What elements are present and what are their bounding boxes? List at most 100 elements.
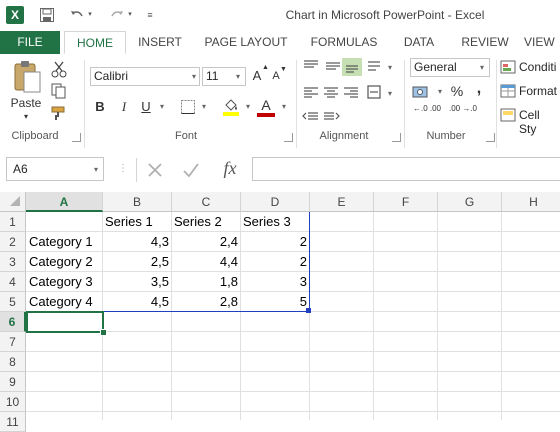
column-header-b[interactable]: B	[103, 192, 172, 212]
row-header-6[interactable]: 6	[0, 312, 26, 332]
fill-color-dropdown-icon[interactable]: ▾	[240, 97, 256, 116]
enter-entry-icon[interactable]	[182, 161, 200, 179]
conditional-formatting-button[interactable]: Conditi	[519, 60, 556, 74]
fill-handle[interactable]	[100, 329, 107, 336]
row-header-2[interactable]: 2	[0, 232, 26, 252]
gridline	[26, 411, 560, 412]
row-header-10[interactable]: 10	[0, 392, 26, 412]
font-name-box[interactable]: Calibri	[90, 67, 200, 86]
font-size-dropdown-icon[interactable]: ▾	[230, 67, 246, 86]
cell-styles-icon[interactable]	[500, 108, 516, 122]
tab-formulas[interactable]: FORMULAS	[304, 31, 384, 54]
grow-font-arrow-icon: ▲	[262, 64, 269, 71]
row-header-7[interactable]: 7	[0, 332, 26, 352]
format-painter-icon[interactable]	[50, 104, 68, 122]
borders-dropdown-icon[interactable]: ▾	[196, 97, 212, 116]
paste-icon[interactable]	[12, 60, 42, 94]
formula-input[interactable]	[252, 157, 560, 181]
cell-a2[interactable]: Category 1	[29, 232, 101, 252]
tab-page-layout[interactable]: PAGE LAYOUT	[194, 31, 298, 54]
merge-dropdown-icon[interactable]: ▾	[382, 84, 398, 103]
conditional-formatting-icon[interactable]	[500, 60, 516, 74]
increase-decimal-button[interactable]: ←.0 .00	[410, 104, 444, 113]
row-header-9[interactable]: 9	[0, 372, 26, 392]
font-color-button[interactable]: A	[258, 97, 274, 113]
cell-c1[interactable]: Series 2	[174, 212, 238, 232]
orientation-dropdown-icon[interactable]: ▾	[382, 58, 398, 77]
cell-d2[interactable]: 2	[241, 232, 307, 252]
cell-c3[interactable]: 4,4	[172, 252, 238, 272]
currency-icon[interactable]	[412, 84, 434, 100]
shrink-font-arrow-icon: ▼	[280, 66, 287, 73]
column-header-c[interactable]: C	[172, 192, 241, 212]
cell-a4[interactable]: Category 3	[29, 272, 101, 292]
tab-data[interactable]: DATA	[394, 31, 444, 54]
row-header-11[interactable]: 11	[0, 412, 26, 432]
clipboard-dialog-launcher-icon[interactable]	[72, 133, 81, 142]
row-header-4[interactable]: 4	[0, 272, 26, 292]
italic-button[interactable]: I	[116, 99, 132, 115]
format-as-table-icon[interactable]	[500, 84, 516, 98]
font-color-dropdown-icon[interactable]: ▾	[276, 97, 292, 116]
underline-button[interactable]: U	[138, 99, 154, 114]
tab-home[interactable]: HOME	[64, 31, 126, 54]
format-as-table-button[interactable]: Format	[519, 84, 557, 98]
cell-styles-button[interactable]: Cell Sty	[519, 108, 560, 136]
column-header-d[interactable]: D	[241, 192, 310, 212]
row-header-5[interactable]: 5	[0, 292, 26, 312]
comma-style-button[interactable]: ,	[472, 80, 486, 98]
cell-b1[interactable]: Series 1	[105, 212, 169, 232]
number-format-dropdown-icon[interactable]: ▾	[474, 58, 490, 77]
tab-file[interactable]: FILE	[0, 31, 60, 54]
fill-color-icon[interactable]	[222, 97, 240, 117]
group-divider	[496, 60, 497, 148]
currency-dropdown-icon[interactable]: ▾	[432, 82, 448, 101]
cell-a3[interactable]: Category 2	[29, 252, 101, 272]
column-header-f[interactable]: F	[374, 192, 438, 212]
formula-bar-grip-icon[interactable]: ⋮	[118, 160, 128, 178]
font-dialog-launcher-icon[interactable]	[284, 133, 293, 142]
cell-d3[interactable]: 2	[241, 252, 307, 272]
paste-button[interactable]: Paste	[8, 96, 44, 110]
cell-c4[interactable]: 1,8	[172, 272, 238, 292]
cut-icon[interactable]	[50, 60, 68, 78]
column-header-h[interactable]: H	[502, 192, 560, 212]
select-all-button[interactable]	[0, 192, 26, 212]
borders-icon[interactable]	[180, 99, 196, 115]
underline-dropdown-icon[interactable]: ▾	[154, 97, 170, 116]
column-header-e[interactable]: E	[310, 192, 374, 212]
column-header-g[interactable]: G	[438, 192, 502, 212]
tab-insert[interactable]: INSERT	[130, 31, 190, 54]
column-header-a[interactable]: A	[26, 192, 103, 212]
paste-dropdown-icon[interactable]: ▾	[8, 112, 44, 121]
tab-review[interactable]: REVIEW	[454, 31, 516, 54]
font-name-dropdown-icon[interactable]: ▾	[186, 67, 202, 86]
number-group-label: Number	[426, 130, 466, 142]
row-header-8[interactable]: 8	[0, 352, 26, 372]
cell-b4[interactable]: 3,5	[103, 272, 169, 292]
row-header-3[interactable]: 3	[0, 252, 26, 272]
cell-c2[interactable]: 2,4	[172, 232, 238, 252]
cell-b3[interactable]: 2,5	[103, 252, 169, 272]
name-box-dropdown-icon[interactable]: ▾	[88, 160, 104, 179]
cell-b5[interactable]: 4,5	[103, 292, 169, 312]
number-dialog-launcher-icon[interactable]	[486, 133, 495, 142]
bold-button[interactable]: B	[92, 99, 108, 114]
row-header-1[interactable]: 1	[0, 212, 26, 232]
group-divider	[404, 60, 405, 148]
cell-b2[interactable]: 4,3	[103, 232, 169, 252]
active-cell-a6[interactable]	[26, 311, 104, 333]
cancel-entry-icon[interactable]	[146, 161, 164, 179]
cell-d5[interactable]: 5	[241, 292, 307, 312]
cell-d1[interactable]: Series 3	[243, 212, 307, 232]
alignment-dialog-launcher-icon[interactable]	[392, 133, 401, 142]
percent-button[interactable]: %	[450, 83, 464, 99]
cell-c5[interactable]: 2,8	[172, 292, 238, 312]
cell-d4[interactable]: 3	[241, 272, 307, 292]
decrease-decimal-button[interactable]: .00 →.0	[446, 104, 480, 113]
tab-view[interactable]: VIEW	[524, 31, 560, 54]
group-divider	[84, 60, 85, 148]
cell-a5[interactable]: Category 4	[29, 292, 101, 312]
copy-icon[interactable]	[50, 82, 68, 100]
insert-function-button[interactable]: fx	[218, 158, 242, 180]
